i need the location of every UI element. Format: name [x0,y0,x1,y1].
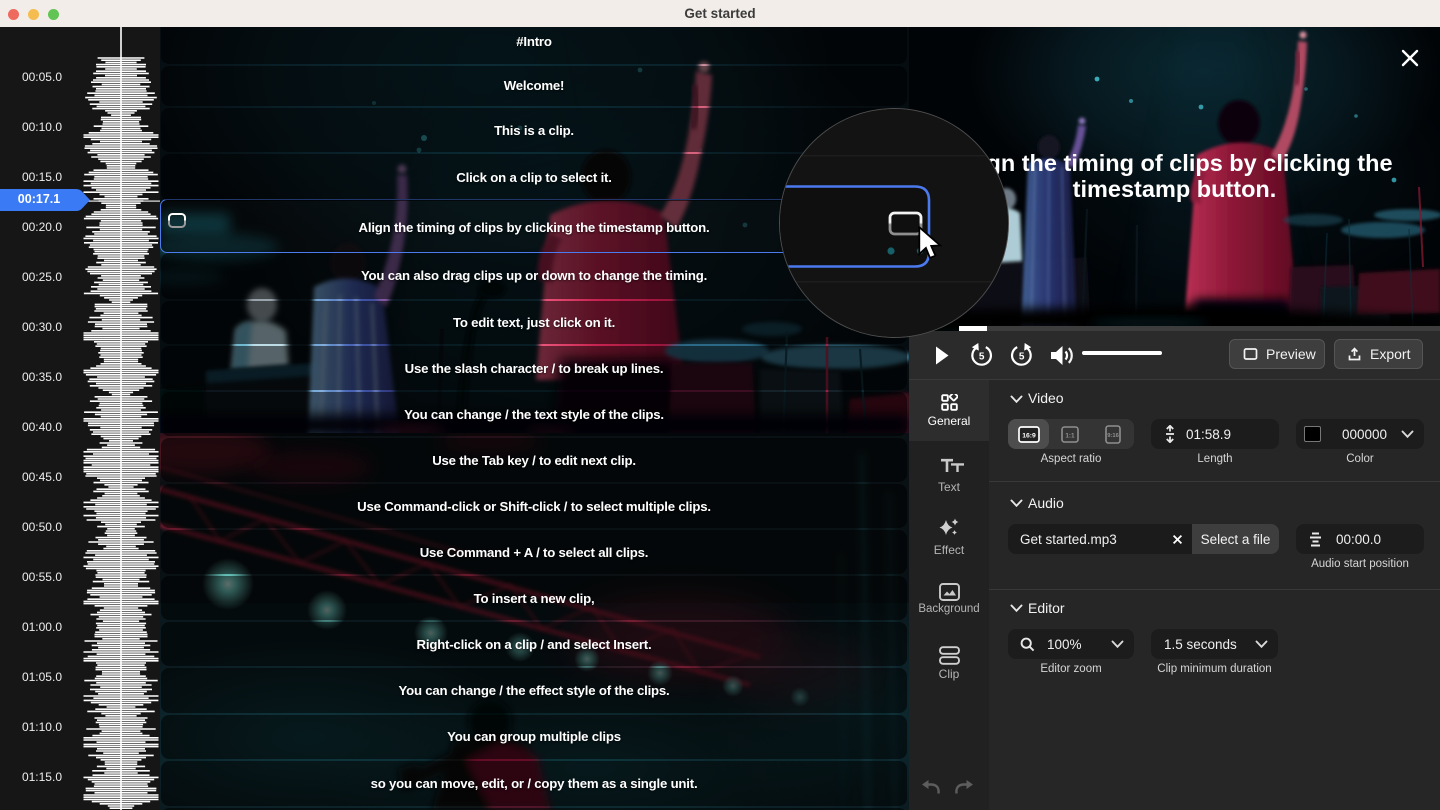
svg-text:5: 5 [1019,352,1025,363]
svg-text:9:16: 9:16 [1107,433,1119,439]
svg-text:16:9: 16:9 [1022,433,1036,440]
svg-text:1:1: 1:1 [1065,432,1075,439]
svg-text:5: 5 [979,352,985,363]
